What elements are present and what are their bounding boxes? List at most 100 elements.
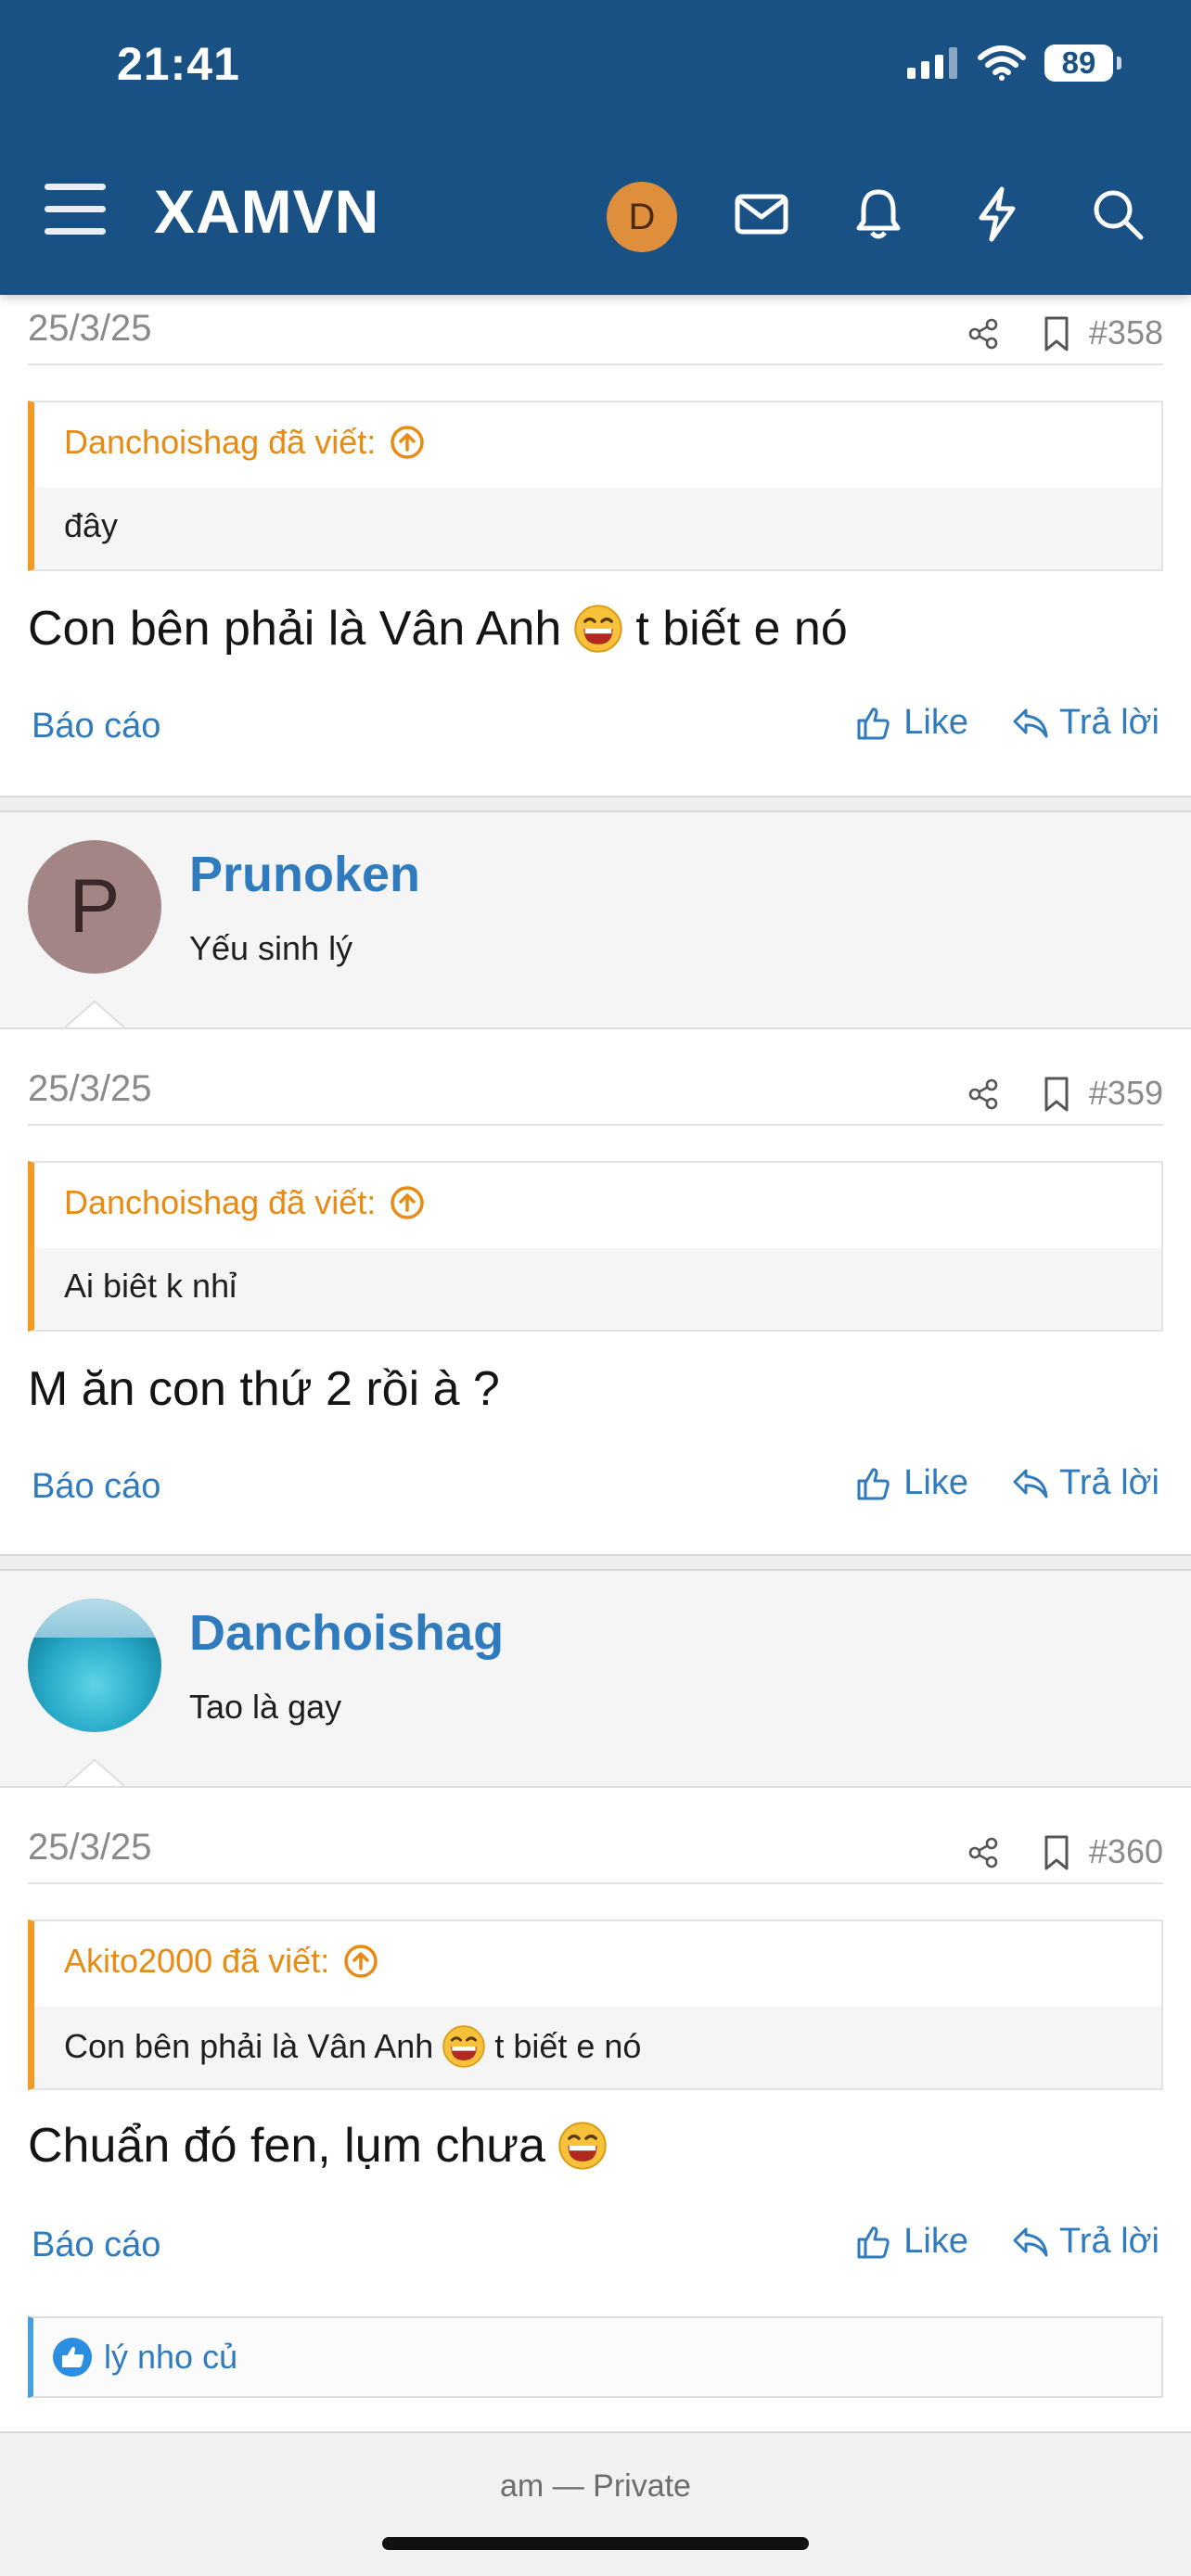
like-label: Like xyxy=(903,1463,968,1502)
menu-icon[interactable] xyxy=(45,184,106,236)
post-number[interactable]: #358 xyxy=(1089,313,1163,352)
thumbs-up-icon xyxy=(855,2224,892,2261)
grinning-emoji-icon xyxy=(442,2025,485,2068)
post-359: 25/3/25 #359 Danchoishag đã viết: Ai biê… xyxy=(0,1029,1191,1554)
browser-url-label[interactable]: am — Private xyxy=(0,2468,1191,2505)
reply-label: Trả lời xyxy=(1059,703,1159,742)
reply-icon xyxy=(1011,705,1050,742)
quote-text-part1: Con bên phải là Vân Anh xyxy=(64,2027,434,2065)
post-date[interactable]: 25/3/25 xyxy=(28,1068,151,1110)
avatar[interactable] xyxy=(28,1599,161,1732)
reply-button[interactable]: Trả lời xyxy=(1011,1463,1159,1503)
bookmark-icon[interactable] xyxy=(1043,1834,1070,1871)
post-date[interactable]: 25/3/25 xyxy=(28,1827,151,1868)
post-358: 25/3/25 #358 Danchoishag đã viết: đây Co… xyxy=(0,295,1191,796)
post-actions: Báo cáo Like Trả lời xyxy=(32,1460,1159,1515)
quote-author: Akito2000 đã viết: xyxy=(64,1942,330,1980)
thumbs-up-icon xyxy=(855,705,892,742)
reactions-bar[interactable]: lý nho củ xyxy=(28,2316,1163,2398)
post-meta: 25/3/25 #360 xyxy=(28,1827,1163,1884)
jump-to-quote-icon[interactable] xyxy=(342,1943,379,1980)
message-text-part1: Con bên phải là Vân Anh xyxy=(28,602,562,656)
post-separator xyxy=(0,796,1191,812)
reply-icon xyxy=(1011,2224,1050,2261)
report-link[interactable]: Báo cáo xyxy=(32,1467,160,1507)
post-author-block: Danchoishag Tao là gay xyxy=(0,1571,1191,1788)
thumbs-up-icon xyxy=(855,1465,892,1502)
bolt-icon[interactable] xyxy=(965,182,1030,247)
quote-text: Ai biêt k nhỉ xyxy=(64,1267,237,1305)
wifi-icon xyxy=(978,45,1026,81)
quote-author: Danchoishag đã viết: xyxy=(64,1183,377,1221)
post-pointer xyxy=(65,1000,124,1027)
grinning-emoji-icon xyxy=(574,605,622,653)
user-title: Yếu sinh lý xyxy=(189,929,353,967)
quote-block: Danchoishag đã viết: Ai biêt k nhỉ xyxy=(28,1161,1163,1332)
share-icon[interactable] xyxy=(967,1078,1000,1111)
post-number[interactable]: #360 xyxy=(1089,1832,1163,1871)
post-actions: Báo cáo Like Trả lời xyxy=(32,699,1159,755)
post-message: Chuẩn đó fen, lụm chưa xyxy=(28,2118,607,2174)
post-meta: 25/3/25 #358 xyxy=(28,308,1163,365)
user-title: Tao là gay xyxy=(189,1688,342,1726)
post-separator xyxy=(0,1554,1191,1571)
post-meta: 25/3/25 #359 xyxy=(28,1068,1163,1126)
like-button[interactable]: Like xyxy=(855,1463,968,1503)
reply-button[interactable]: Trả lời xyxy=(1011,2222,1159,2262)
reactions-users[interactable]: lý nho củ xyxy=(104,2338,237,2377)
account-avatar[interactable]: D xyxy=(607,182,677,252)
signal-icon xyxy=(907,47,957,79)
like-button[interactable]: Like xyxy=(855,2222,968,2262)
search-icon[interactable] xyxy=(1085,182,1150,247)
post-actions: Báo cáo Like Trả lời xyxy=(32,2218,1159,2274)
username[interactable]: Prunoken xyxy=(189,846,420,903)
message-text-part2: t biết e nó xyxy=(635,602,848,656)
username[interactable]: Danchoishag xyxy=(189,1604,504,1662)
status-icons: 89 xyxy=(907,45,1121,82)
like-label: Like xyxy=(903,703,968,742)
jump-to-quote-icon[interactable] xyxy=(389,1184,426,1221)
post-number[interactable]: #359 xyxy=(1089,1074,1163,1113)
reply-button[interactable]: Trả lời xyxy=(1011,703,1159,743)
like-button[interactable]: Like xyxy=(855,703,968,743)
message-text: M ăn con thứ 2 rồi à ? xyxy=(28,1362,500,1416)
reply-label: Trả lời xyxy=(1059,2222,1159,2261)
quote-block: Danchoishag đã viết: đây xyxy=(28,401,1163,571)
bookmark-icon[interactable] xyxy=(1043,1076,1070,1113)
battery-indicator: 89 xyxy=(1044,45,1121,82)
post-message: Con bên phải là Vân Anh t biết e nó xyxy=(28,601,848,657)
quote-content: đây xyxy=(34,488,1161,569)
share-icon[interactable] xyxy=(967,317,1000,351)
quote-content: Ai biêt k nhỉ xyxy=(34,1248,1161,1330)
like-reaction-icon xyxy=(53,2338,92,2377)
quote-header[interactable]: Akito2000 đã viết: xyxy=(64,1942,379,1981)
quote-text-part2: t biết e nó xyxy=(494,2027,642,2065)
quote-content: Con bên phải là Vân Anh t biết e nó xyxy=(34,2007,1161,2088)
like-label: Like xyxy=(903,2222,968,2261)
status-time: 21:41 xyxy=(117,38,240,90)
mail-icon[interactable] xyxy=(729,182,794,247)
report-link[interactable]: Báo cáo xyxy=(32,707,160,746)
avatar[interactable]: P xyxy=(28,840,161,974)
reply-label: Trả lời xyxy=(1059,1463,1159,1502)
quote-text: đây xyxy=(64,506,119,544)
share-icon[interactable] xyxy=(967,1836,1000,1869)
jump-to-quote-icon[interactable] xyxy=(389,424,426,461)
quote-author: Danchoishag đã viết: xyxy=(64,423,377,461)
reply-icon xyxy=(1011,1465,1050,1502)
post-message: M ăn con thứ 2 rồi à ? xyxy=(28,1361,500,1417)
bookmark-icon[interactable] xyxy=(1043,315,1070,352)
quote-block: Akito2000 đã viết: Con bên phải là Vân A… xyxy=(28,1919,1163,2090)
report-link[interactable]: Báo cáo xyxy=(32,2225,160,2265)
site-logo[interactable]: XAMVN xyxy=(154,176,379,247)
home-indicator[interactable] xyxy=(382,2537,809,2550)
bell-icon[interactable] xyxy=(846,182,911,247)
post-author-block: P Prunoken Yếu sinh lý xyxy=(0,812,1191,1029)
quote-header[interactable]: Danchoishag đã viết: xyxy=(64,423,426,462)
post-date[interactable]: 25/3/25 xyxy=(28,308,151,350)
grinning-emoji-icon xyxy=(558,2122,607,2170)
quote-header[interactable]: Danchoishag đã viết: xyxy=(64,1183,426,1222)
post-pointer xyxy=(65,1758,124,1786)
app-header: 21:41 89 XAMVN D xyxy=(0,0,1191,295)
message-text: Chuẩn đó fen, lụm chưa xyxy=(28,2119,546,2173)
